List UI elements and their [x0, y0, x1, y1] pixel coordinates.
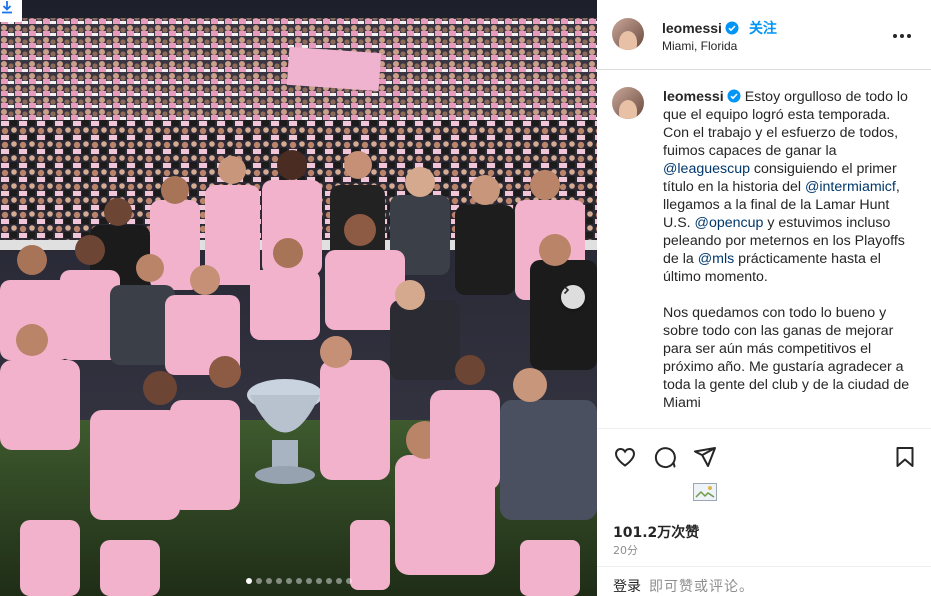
avatar[interactable] [612, 87, 644, 119]
more-options-icon[interactable] [893, 34, 911, 38]
carousel-dots [0, 578, 597, 584]
avatar[interactable] [612, 18, 644, 50]
caption-text: leomessi Estoy orgulloso de todo lo que … [663, 88, 915, 412]
caption-username[interactable]: leomessi [663, 89, 724, 105]
mention-link[interactable]: @opencup [695, 215, 764, 231]
carousel-dot[interactable] [265, 578, 272, 584]
carousel-dot[interactable] [245, 578, 252, 584]
save-icon[interactable] [893, 445, 917, 469]
carousel-dot[interactable] [275, 578, 282, 584]
carousel-dot[interactable] [255, 578, 262, 584]
caption-paragraph: Nos quedamos con todo lo bueno y sobre t… [663, 305, 910, 411]
login-prompt-text: 即可赞或评论。 [649, 579, 754, 595]
username-link[interactable]: leomessi [662, 20, 722, 36]
post-sidebar: leomessi 关注 Miami, Florida leomessi Estoy… [597, 0, 931, 596]
like-icon[interactable] [613, 445, 637, 469]
carousel-dot[interactable] [325, 578, 332, 584]
share-icon[interactable] [693, 445, 717, 469]
next-arrow-icon [563, 285, 570, 295]
caption-area: leomessi Estoy orgulloso de todo lo que … [597, 71, 931, 428]
post-header: leomessi 关注 Miami, Florida [597, 0, 931, 70]
post-time[interactable]: 20分 [613, 542, 638, 558]
carousel-dot[interactable] [305, 578, 312, 584]
team-celebration-photo [0, 0, 597, 596]
carousel-dot[interactable] [345, 578, 352, 584]
carousel-dot[interactable] [285, 578, 292, 584]
carousel-dot[interactable] [315, 578, 322, 584]
verified-icon [725, 21, 739, 35]
post-media[interactable] [0, 0, 597, 596]
next-slide-button[interactable] [561, 285, 585, 309]
broken-image-icon [693, 483, 717, 501]
login-link[interactable]: 登录 [613, 576, 641, 596]
verified-icon [727, 89, 741, 103]
like-count[interactable]: 101.2万次赞 [613, 522, 699, 542]
follow-button[interactable]: 关注 [749, 21, 777, 37]
comment-icon[interactable] [653, 445, 677, 469]
mention-link[interactable]: @leaguescup [663, 161, 750, 177]
download-icon[interactable] [0, 0, 22, 22]
mention-link[interactable]: @mls [698, 251, 734, 267]
carousel-dot[interactable] [335, 578, 342, 584]
action-bar [597, 428, 931, 488]
carousel-dot[interactable] [295, 578, 302, 584]
mention-link[interactable]: @intermiamicf [805, 179, 896, 195]
login-prompt: 登录 即可赞或评论。 [597, 566, 931, 596]
location-link[interactable]: Miami, Florida [662, 39, 737, 53]
